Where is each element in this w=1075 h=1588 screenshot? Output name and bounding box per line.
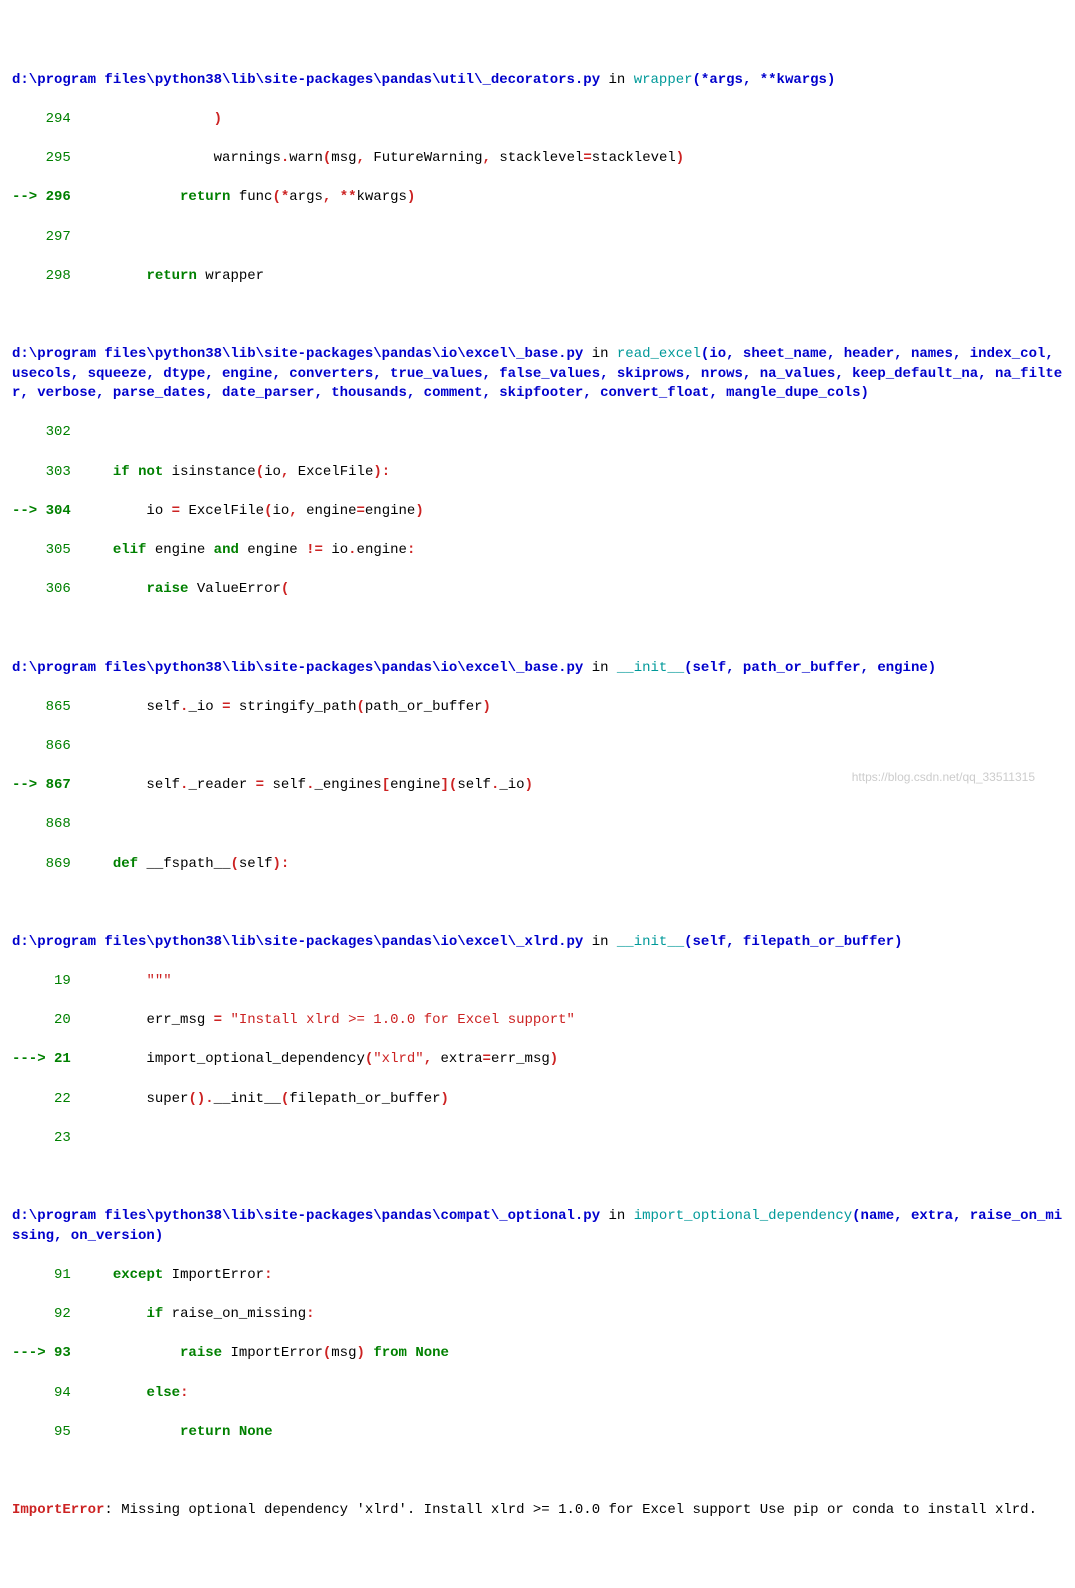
source-line: 92 if raise_on_missing: — [12, 1305, 1063, 1325]
source-line: 306 raise ValueError( — [12, 580, 1063, 600]
source-line: 95 return None — [12, 1423, 1063, 1443]
frame-header-0: d:\program files\python38\lib\site-packa… — [12, 71, 1063, 91]
frame-sig: (*args, **kwargs) — [693, 72, 836, 88]
blank — [12, 894, 1063, 914]
source-line: 295 warnings.warn(msg, FutureWarning, st… — [12, 149, 1063, 169]
frame-path: d:\program files\python38\lib\site-packa… — [12, 1208, 600, 1224]
frame-func: read_excel — [617, 346, 701, 362]
source-line: 22 super().__init__(filepath_or_buffer) — [12, 1090, 1063, 1110]
frame-func: __init__ — [617, 660, 684, 676]
error-type: ImportError — [12, 1502, 104, 1518]
frame-header-4: d:\program files\python38\lib\site-packa… — [12, 1207, 1063, 1246]
frame-func: import_optional_dependency — [634, 1208, 852, 1224]
error-line: ImportError: Missing optional dependency… — [12, 1501, 1063, 1521]
error-message: : Missing optional dependency 'xlrd'. In… — [104, 1502, 1037, 1518]
frame-path: d:\program files\python38\lib\site-packa… — [12, 660, 583, 676]
blank — [12, 306, 1063, 326]
source-line: 866 — [12, 737, 1063, 757]
current-line: --> 867 self._reader = self._engines[eng… — [12, 776, 1063, 796]
source-line: 869 def __fspath__(self): — [12, 855, 1063, 875]
source-line: 94 else: — [12, 1384, 1063, 1404]
blank — [12, 1168, 1063, 1188]
current-line: --> 296 return func(*args, **kwargs) — [12, 188, 1063, 208]
source-line: 91 except ImportError: — [12, 1266, 1063, 1286]
source-line: 19 """ — [12, 972, 1063, 992]
frame-sig: (self, path_or_buffer, engine) — [684, 660, 936, 676]
source-line: 302 — [12, 423, 1063, 443]
frame-path: d:\program files\python38\lib\site-packa… — [12, 346, 583, 362]
blank — [12, 1462, 1063, 1482]
source-line: 868 — [12, 815, 1063, 835]
frame-header-1: d:\program files\python38\lib\site-packa… — [12, 345, 1063, 404]
source-line: 294 ) — [12, 110, 1063, 130]
source-line: 298 return wrapper — [12, 267, 1063, 287]
current-line: ---> 93 raise ImportError(msg) from None — [12, 1344, 1063, 1364]
frame-header-3: d:\program files\python38\lib\site-packa… — [12, 933, 1063, 953]
frame-header-2: d:\program files\python38\lib\site-packa… — [12, 659, 1063, 679]
source-line: 20 err_msg = "Install xlrd >= 1.0.0 for … — [12, 1011, 1063, 1031]
current-line: --> 304 io = ExcelFile(io, engine=engine… — [12, 502, 1063, 522]
frame-func: wrapper — [634, 72, 693, 88]
current-line: ---> 21 import_optional_dependency("xlrd… — [12, 1050, 1063, 1070]
traceback-output: { "frames": [ { "path": "d:\\program fil… — [0, 0, 1075, 1588]
frame-sig: (self, filepath_or_buffer) — [684, 934, 902, 950]
blank — [12, 619, 1063, 639]
frame-func: __init__ — [617, 934, 684, 950]
source-line: 23 — [12, 1129, 1063, 1149]
source-line: 865 self._io = stringify_path(path_or_bu… — [12, 698, 1063, 718]
source-line: 303 if not isinstance(io, ExcelFile): — [12, 463, 1063, 483]
frame-path: d:\program files\python38\lib\site-packa… — [12, 72, 600, 88]
source-line: 305 elif engine and engine != io.engine: — [12, 541, 1063, 561]
source-line: 297 — [12, 228, 1063, 248]
frame-path: d:\program files\python38\lib\site-packa… — [12, 934, 583, 950]
